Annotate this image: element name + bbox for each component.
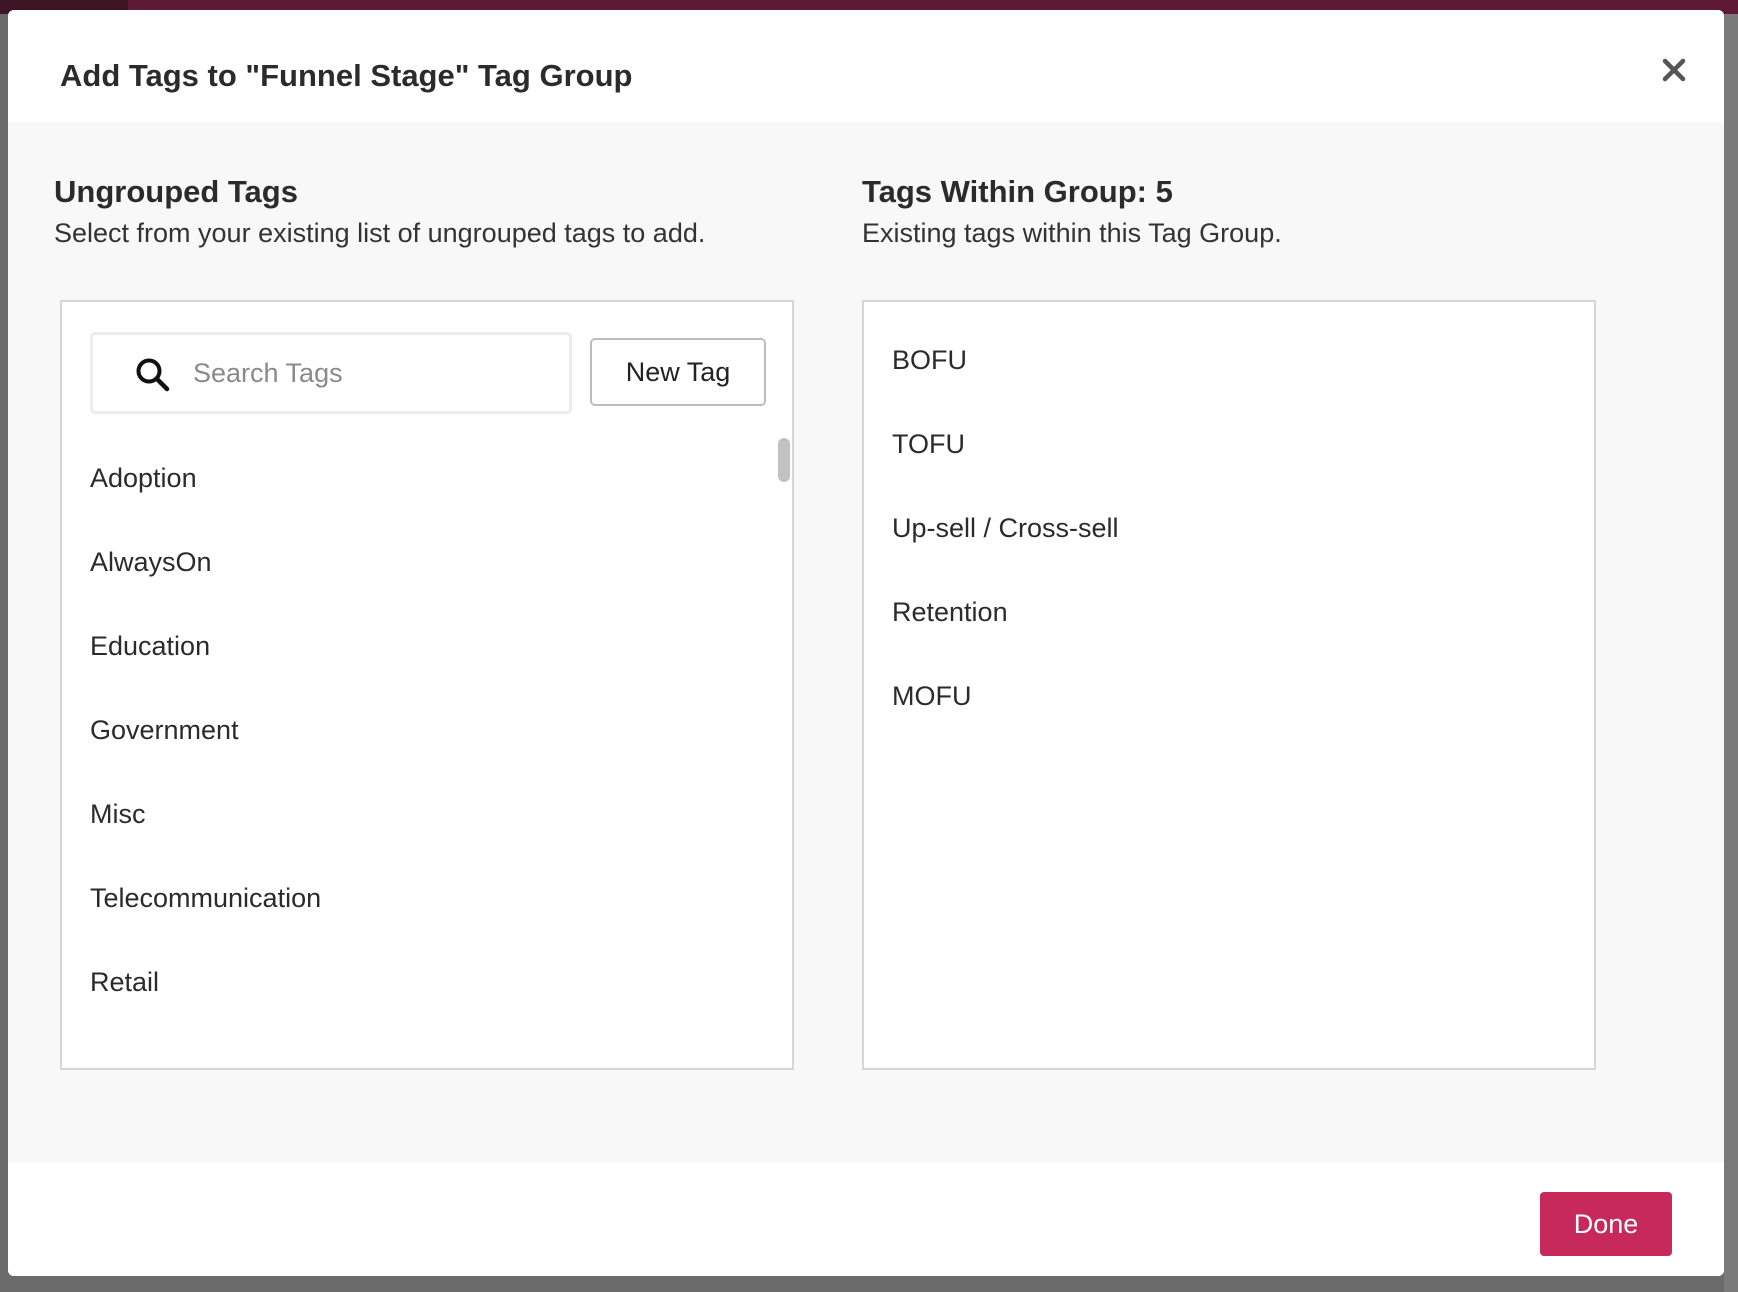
group-tags-title: Tags Within Group: 5 — [862, 174, 1173, 209]
group-tags-panel: BOFU TOFU Up-sell / Cross-sell Retention… — [862, 300, 1596, 1070]
search-icon — [136, 358, 170, 392]
close-button[interactable] — [1654, 50, 1694, 90]
ungrouped-tag-item[interactable]: Adoption — [90, 436, 710, 520]
ungrouped-tag-item[interactable]: Telecommunication — [90, 856, 710, 940]
ungrouped-tag-item[interactable]: Education — [90, 604, 710, 688]
close-icon — [1662, 58, 1686, 82]
scrollbar-thumb[interactable] — [778, 438, 790, 482]
group-tag-item[interactable]: TOFU — [892, 402, 1512, 486]
ungrouped-tag-item[interactable]: AlwaysOn — [90, 520, 710, 604]
group-tag-item[interactable]: MOFU — [892, 654, 1512, 738]
add-tags-modal: Add Tags to "Funnel Stage" Tag Group Ung… — [8, 10, 1724, 1276]
ungrouped-tags-subtitle: Select from your existing list of ungrou… — [54, 218, 706, 248]
ungrouped-tags-title: Ungrouped Tags — [54, 174, 298, 209]
group-tag-item[interactable]: Retention — [892, 570, 1512, 654]
app-backdrop — [1724, 14, 1738, 1292]
ungrouped-tag-item[interactable]: Retail — [90, 940, 710, 1024]
group-tag-item[interactable]: BOFU — [892, 318, 1512, 402]
modal-title: Add Tags to "Funnel Stage" Tag Group — [60, 58, 633, 93]
modal-footer: Done — [8, 1162, 1724, 1276]
group-tag-list: BOFU TOFU Up-sell / Cross-sell Retention… — [892, 318, 1512, 738]
ungrouped-tag-list: Adoption AlwaysOn Education Government M… — [90, 436, 710, 1024]
ungrouped-tags-panel: New Tag Adoption AlwaysOn Education Gove… — [60, 300, 794, 1070]
new-tag-button[interactable]: New Tag — [590, 338, 766, 406]
group-tags-subtitle: Existing tags within this Tag Group. — [862, 218, 1282, 248]
ungrouped-tag-item[interactable]: Government — [90, 688, 710, 772]
ungrouped-tag-item[interactable]: Misc — [90, 772, 710, 856]
group-tag-item[interactable]: Up-sell / Cross-sell — [892, 486, 1512, 570]
done-button[interactable]: Done — [1540, 1192, 1672, 1256]
modal-body: Ungrouped Tags Select from your existing… — [8, 122, 1724, 1162]
search-box — [90, 332, 572, 414]
search-input[interactable] — [193, 345, 553, 401]
modal-header: Add Tags to "Funnel Stage" Tag Group — [8, 10, 1724, 122]
